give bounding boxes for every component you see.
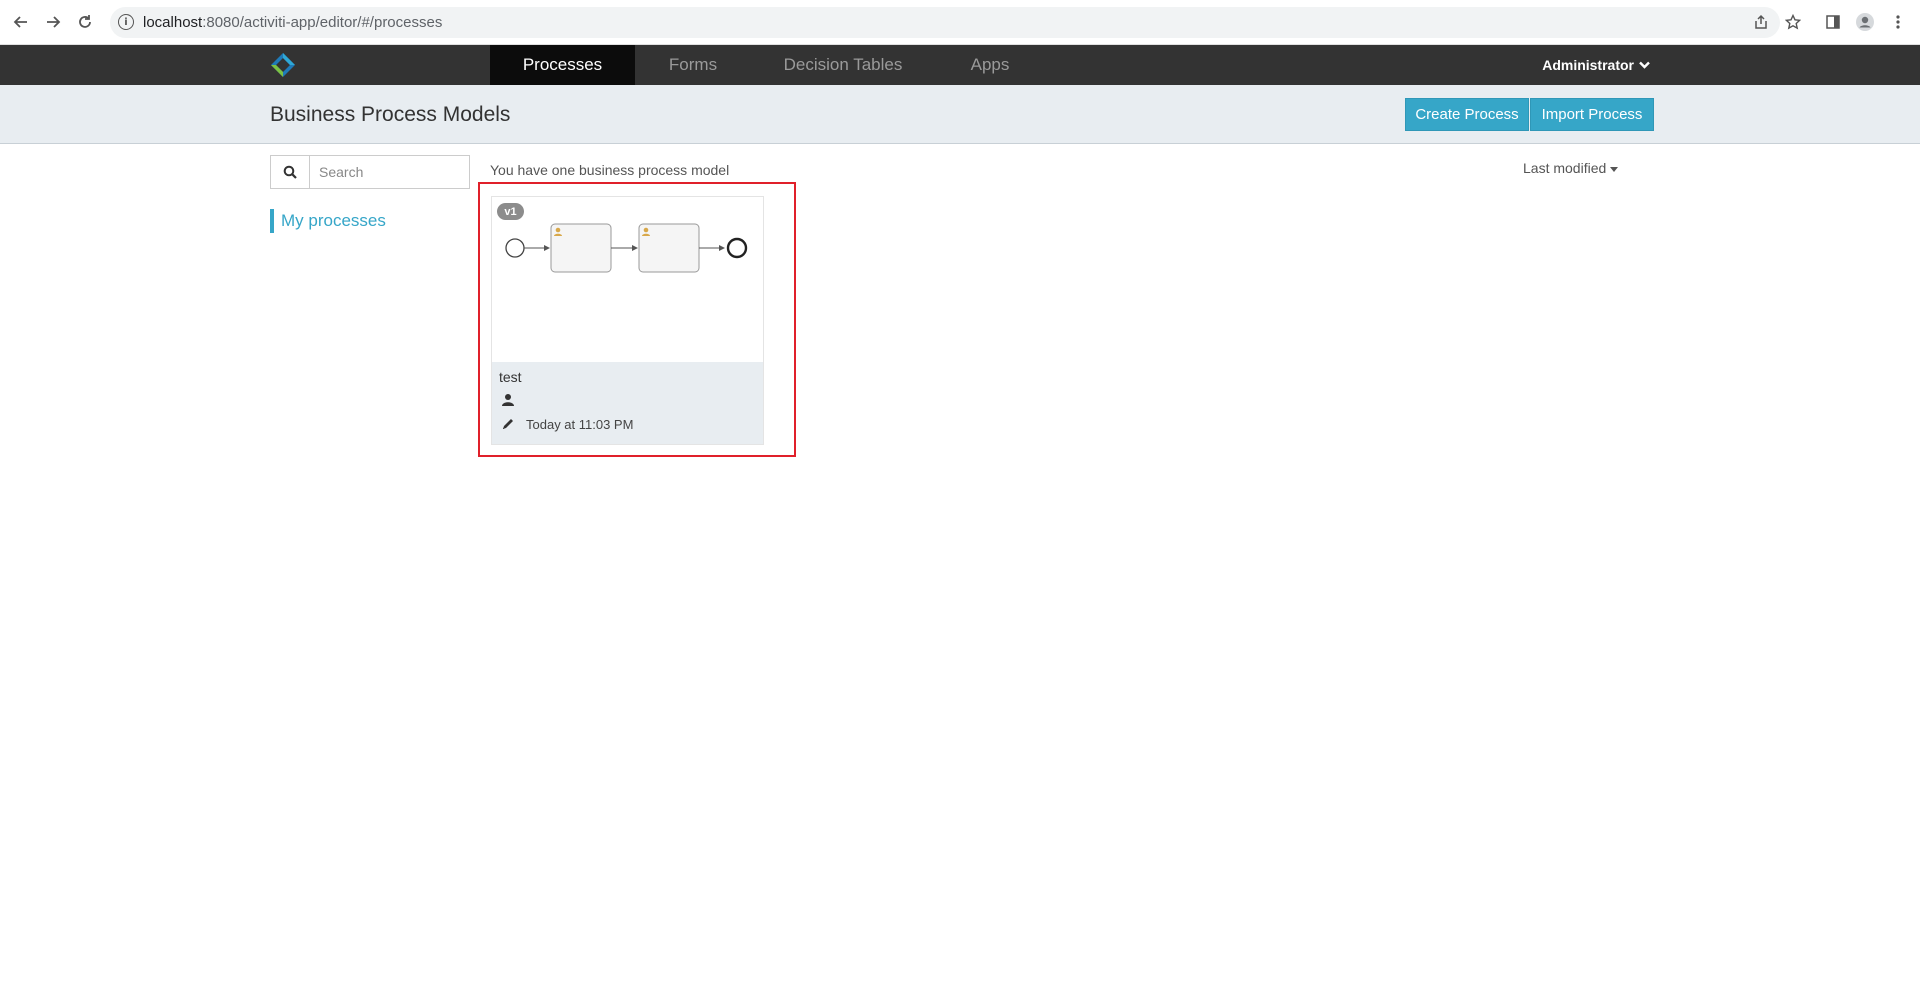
import-process-button[interactable]: Import Process	[1530, 98, 1654, 131]
url-path: :8080/activiti-app/editor/#/processes	[202, 14, 443, 31]
user-name: Administrator	[1542, 57, 1634, 73]
search-icon	[283, 165, 297, 179]
url-text: localhost:8080/activiti-app/editor/#/pro…	[143, 14, 442, 31]
process-diagram-thumbnail[interactable]: v1	[492, 197, 763, 362]
page-title: Business Process Models	[270, 103, 511, 126]
chevron-down-icon	[1639, 61, 1650, 69]
bookmark-star-icon[interactable]	[1783, 12, 1803, 32]
caret-down-icon	[1610, 166, 1619, 172]
tab-processes[interactable]: Processes	[490, 45, 635, 92]
card-details: test Today at 11:03 PM	[492, 362, 763, 444]
page-header: Business Process Models Create Process I…	[0, 85, 1920, 144]
sort-label: Last modified	[1523, 160, 1607, 176]
side-panel-icon[interactable]	[1823, 12, 1843, 32]
tab-forms[interactable]: Forms	[650, 45, 736, 85]
tab-apps[interactable]: Apps	[955, 45, 1025, 85]
results-summary: You have one business process model	[490, 162, 730, 178]
pencil-icon	[501, 417, 515, 431]
last-modified: Today at 11:03 PM	[526, 417, 634, 432]
search-button[interactable]	[271, 156, 310, 188]
activiti-logo-icon[interactable]	[270, 52, 296, 78]
profile-avatar-icon[interactable]	[1855, 12, 1875, 32]
version-badge: v1	[497, 203, 524, 220]
search-group	[270, 155, 470, 189]
url-host: localhost	[143, 14, 203, 31]
address-bar[interactable]: i localhost:8080/activiti-app/editor/#/p…	[110, 7, 1780, 38]
model-name[interactable]: test	[499, 369, 522, 385]
process-model-card[interactable]: v1 test Today at 11:03 PM	[491, 196, 764, 445]
app-navbar: Processes Forms Decision Tables Apps Adm…	[0, 45, 1920, 92]
back-icon[interactable]	[11, 12, 31, 32]
tab-decision-tables[interactable]: Decision Tables	[770, 45, 916, 85]
filter-my-processes[interactable]: My processes	[270, 209, 386, 233]
search-input[interactable]	[311, 156, 469, 188]
kebab-menu-icon[interactable]	[1888, 12, 1908, 32]
bpmn-diagram	[505, 223, 748, 273]
site-info-icon[interactable]: i	[118, 14, 134, 30]
user-menu[interactable]: Administrator	[1542, 57, 1650, 73]
sort-dropdown[interactable]: Last modified	[1523, 160, 1619, 176]
user-icon	[501, 393, 515, 407]
reload-icon[interactable]	[75, 12, 95, 32]
forward-icon[interactable]	[43, 12, 63, 32]
create-process-button[interactable]: Create Process	[1405, 98, 1529, 131]
share-icon[interactable]	[1751, 12, 1771, 32]
browser-toolbar: i localhost:8080/activiti-app/editor/#/p…	[0, 0, 1920, 45]
